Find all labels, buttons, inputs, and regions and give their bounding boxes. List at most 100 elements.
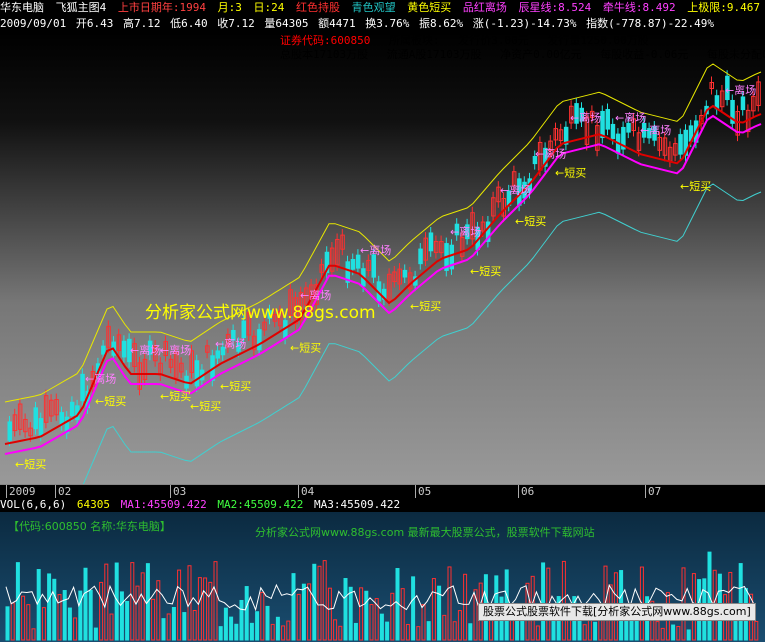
volume-bar [223, 607, 228, 641]
volume-bar [99, 581, 104, 641]
volume-bar [327, 587, 332, 641]
volume-bar [535, 625, 540, 641]
volume-bar [73, 617, 78, 641]
exit-signal-label: ←离场 [130, 343, 161, 357]
volume-bar [275, 616, 280, 641]
volume-bar [676, 626, 681, 641]
exit-signal-label: ←离场 [640, 123, 671, 137]
volume-bar [738, 563, 743, 641]
short-buy-signal-label: ←短买 [555, 166, 586, 180]
volume-bar [655, 621, 660, 641]
volume-bar [405, 623, 410, 641]
issue-price: 发行价3.00元 [458, 34, 529, 47]
quote-change: 涨(-1.23)-14.73% [472, 17, 577, 30]
volume-bar [359, 587, 364, 641]
quote-close: 收7.12 [217, 17, 255, 30]
volume-bar [754, 620, 759, 641]
candle-body [605, 109, 610, 130]
volume-bar [41, 607, 46, 641]
quote-amount: 额4471 [318, 17, 356, 30]
issue-volume: 发行量1250.00万股 [547, 34, 649, 47]
volume-bar [291, 573, 296, 641]
volume-bar [255, 611, 260, 641]
candle-body [194, 360, 200, 387]
candle-body [610, 123, 616, 140]
undistributed-profit: 每股未分配0.2 [707, 48, 765, 61]
volume-bar [312, 563, 317, 641]
short-buy-signal-label: ←短买 [15, 457, 46, 471]
volume-bar [93, 627, 98, 641]
vol-panel-title: 【代码:600850 名称:华东电脑】 [8, 520, 171, 533]
xaxis-label: 04 [298, 485, 314, 499]
vol-label[interactable]: VOL(6,6,6) [0, 498, 66, 511]
volume-bar [203, 577, 208, 641]
volume-bar [229, 616, 234, 641]
qian-line-value: 牵牛线:8.492 [602, 1, 676, 14]
volume-bar [452, 621, 457, 641]
volume-bar [161, 618, 166, 641]
candle-body [241, 320, 246, 339]
candle-body [371, 254, 376, 278]
short-buy-signal-label: ←短买 [515, 214, 546, 228]
volume-header: VOL(6,6,6) 64305 MA1:45509.422 MA2:45509… [0, 498, 765, 512]
candle-body [33, 407, 38, 430]
ma-red-line [4, 104, 762, 445]
quote-high: 高7.12 [122, 17, 161, 30]
short-buy-signal-label: ←短买 [220, 379, 251, 393]
volume-bar [442, 614, 447, 641]
volume-bar [379, 613, 384, 641]
volume-bar [457, 610, 462, 641]
exit-signal-label: ←离场 [500, 183, 531, 197]
candle-body [257, 329, 262, 351]
indicator-name[interactable]: 飞狐主图4 [56, 1, 107, 14]
exit-signal-label: ←离场 [615, 111, 646, 125]
volume-bar [182, 612, 187, 641]
volume-bar [67, 607, 72, 641]
legend-yellow-short: 黄色短买 [407, 1, 452, 14]
volume-bar [416, 626, 421, 641]
stock-code: 证券代码:600850 [280, 34, 371, 47]
title-bar: 华东电脑 飞狐主图4 上市日期年:1994 月:3 日:24 红色持股 青色观望… [0, 0, 765, 16]
short-buy-signal-label: ←短买 [410, 299, 441, 313]
volume-bar [369, 604, 374, 641]
exit-signal-label: ←离场 [535, 146, 566, 160]
volume-bar [140, 572, 145, 641]
candle-body [402, 269, 408, 278]
volume-bar [541, 562, 546, 641]
volume-bar [177, 569, 182, 641]
candle-body [69, 401, 75, 417]
volume-bar [411, 576, 416, 641]
price-chart-svg[interactable]: ←离场←离场←离场←离场←离场←离场←离场←离场←离场←离场 ←离场←离场←离场←… [0, 32, 765, 484]
quote-amplitude: 振8.62% [418, 17, 464, 30]
quote-index: 指数(-778.87)-22.49% [586, 17, 715, 30]
short-buy-signal-label: ←短买 [680, 179, 711, 193]
volume-bar [338, 625, 343, 641]
total-shares: 总股本17103万股 [280, 48, 369, 61]
candle-body [740, 96, 746, 111]
volume-bar [192, 609, 197, 641]
volume-bar [593, 621, 598, 641]
volume-bar [249, 622, 254, 641]
volume-bar [317, 565, 322, 641]
volume-bar [5, 606, 10, 641]
volume-bar [78, 590, 83, 641]
bottom-banner[interactable]: 股票公式股票软件下载[分析家公式网www.88gs.com] [478, 603, 756, 621]
volume-bar [234, 623, 239, 641]
quote-date: 2009/09/01 [0, 17, 67, 30]
volume-bar [426, 621, 431, 641]
volume-bar [62, 590, 67, 641]
volume-bar [265, 605, 270, 641]
xaxis-label: 02 [55, 485, 71, 499]
volume-bar [333, 619, 338, 641]
volume-bar [119, 591, 124, 641]
volume-bar [31, 628, 36, 641]
volume-bar [83, 567, 88, 641]
candle-body [418, 248, 423, 265]
candle-body [7, 421, 12, 441]
volume-bar [171, 606, 176, 641]
volume-bar [239, 599, 244, 641]
candle-body [355, 254, 361, 269]
vol-ma2: MA2:45509.422 [217, 498, 304, 511]
candle-body [101, 345, 106, 355]
xaxis-label: 03 [170, 485, 186, 499]
